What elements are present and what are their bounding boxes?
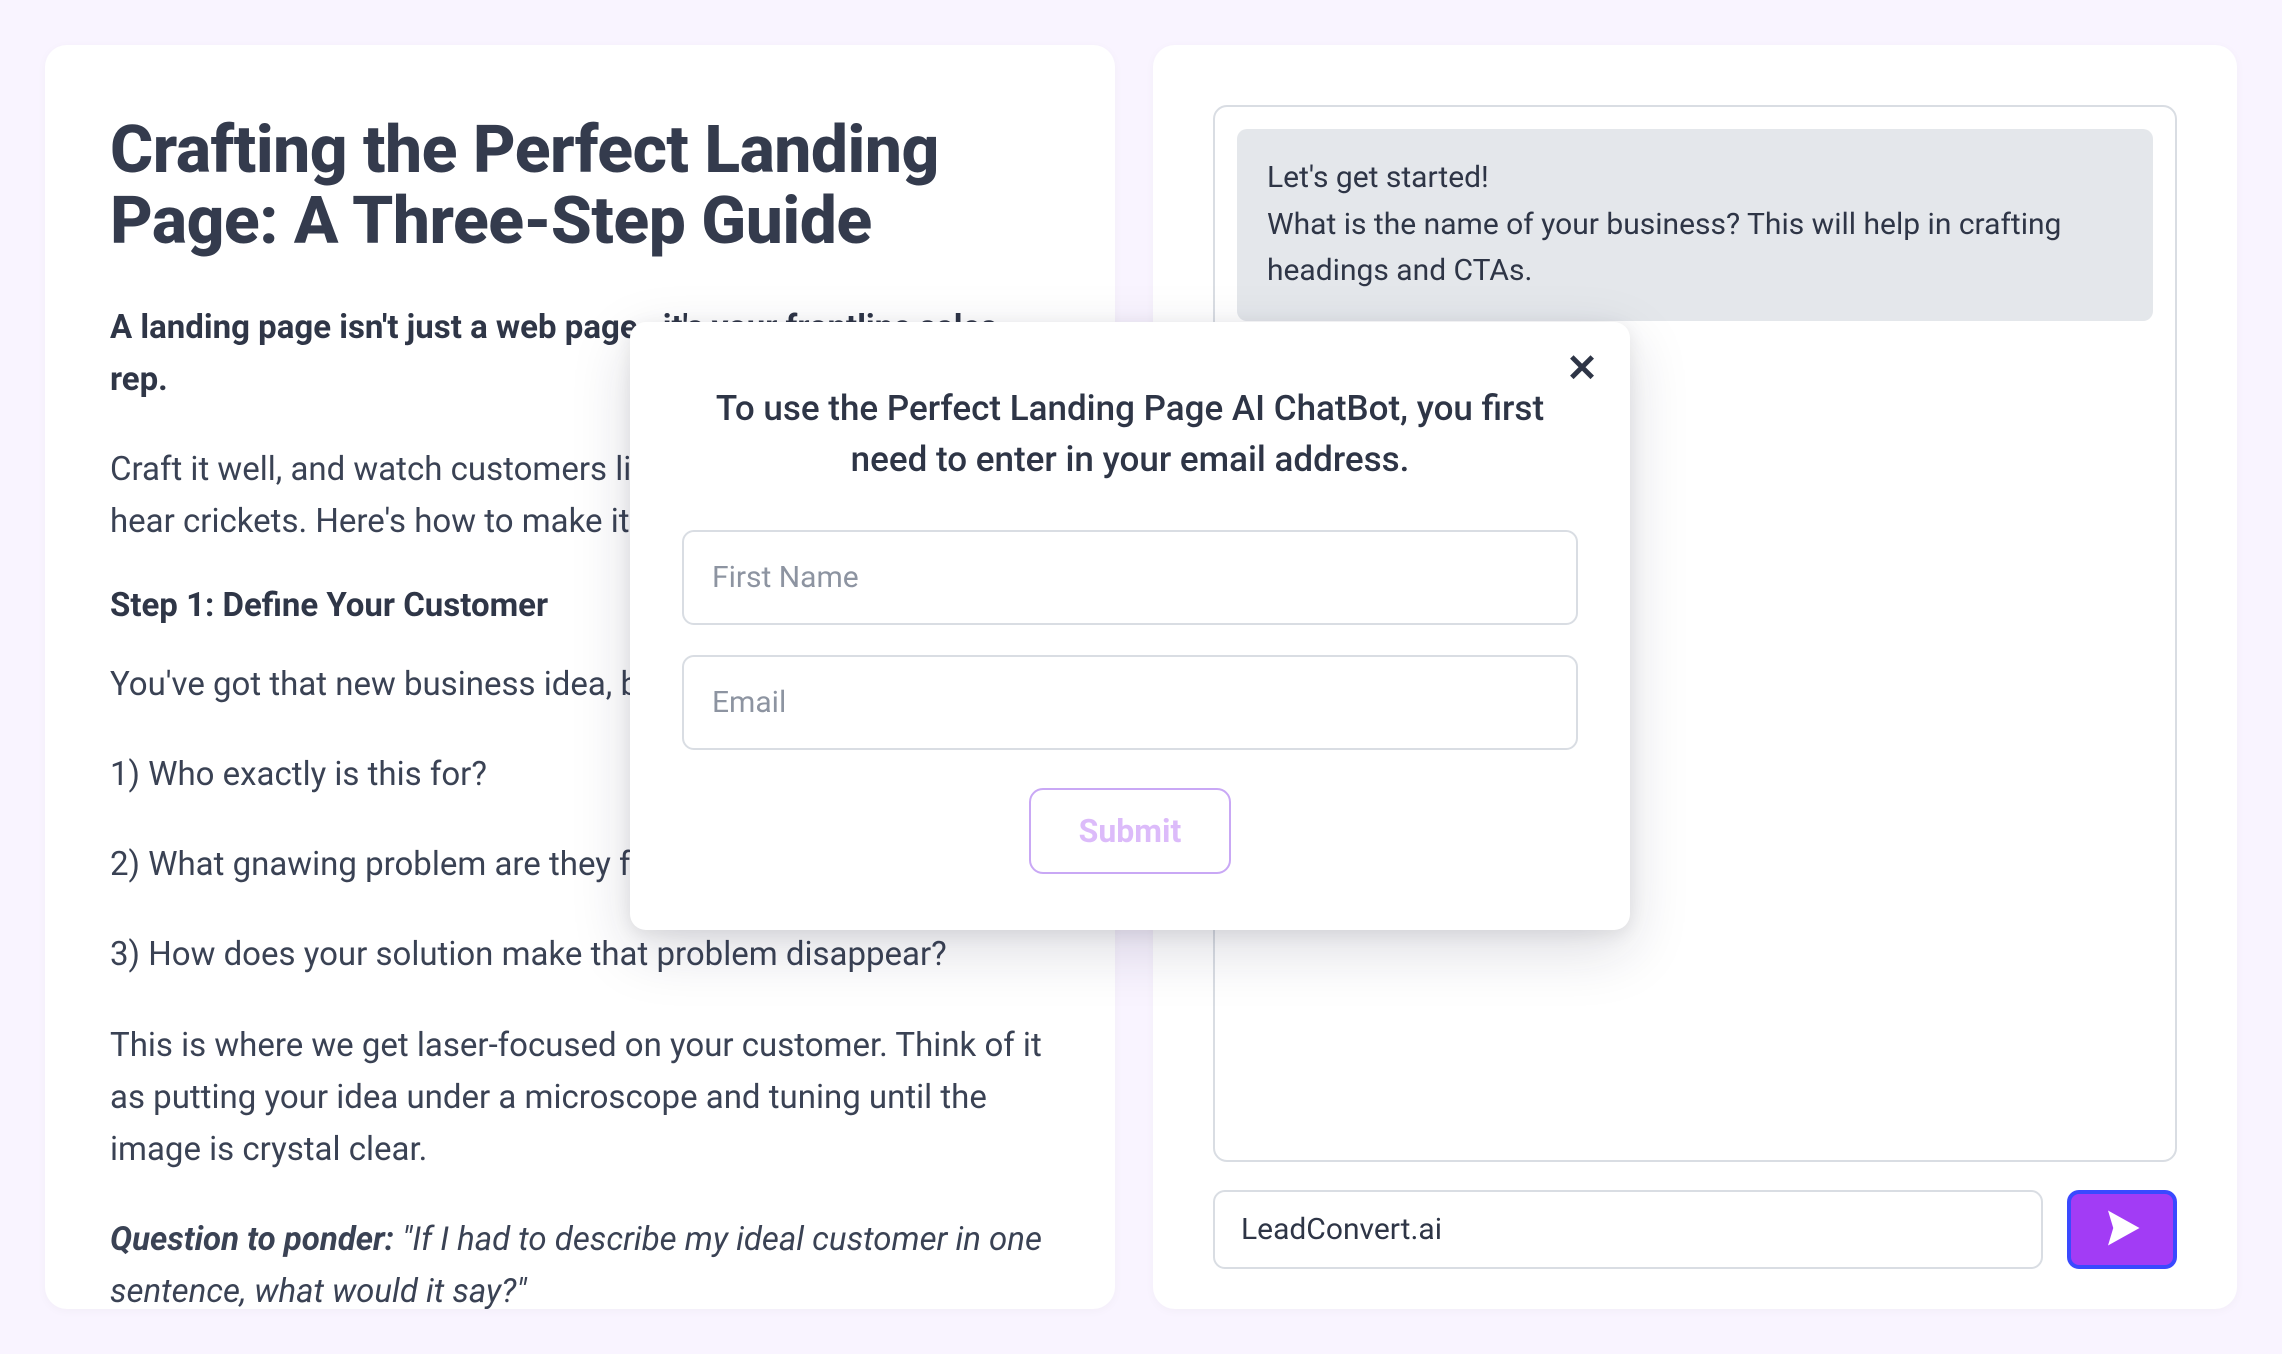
- step1-q3: 3) How does your solution make that prob…: [110, 929, 1050, 981]
- bot-message: Let's get started! What is the name of y…: [1237, 129, 2153, 321]
- submit-button[interactable]: Submit: [1029, 788, 1232, 874]
- send-button[interactable]: [2067, 1190, 2177, 1269]
- step1-focus: This is where we get laser-focused on yo…: [110, 1020, 1050, 1176]
- bot-message-line2: What is the name of your business? This …: [1267, 202, 2123, 295]
- question-to-ponder: Question to ponder: "If I had to describ…: [110, 1214, 1050, 1309]
- first-name-field[interactable]: [682, 530, 1578, 625]
- close-icon[interactable]: ✕: [1566, 350, 1598, 388]
- modal-heading: To use the Perfect Landing Page AI ChatB…: [702, 384, 1558, 486]
- email-gate-modal: ✕ To use the Perfect Landing Page AI Cha…: [630, 322, 1630, 930]
- bot-message-line1: Let's get started!: [1267, 155, 2123, 202]
- chat-input[interactable]: [1213, 1190, 2043, 1269]
- page-root: Crafting the Perfect Landing Page: A Thr…: [0, 0, 2282, 1354]
- chat-input-row: [1213, 1190, 2177, 1269]
- article-title: Crafting the Perfect Landing Page: A Thr…: [110, 115, 1050, 258]
- question-label: Question to ponder:: [110, 1220, 402, 1259]
- email-field[interactable]: [682, 655, 1578, 750]
- send-icon: [2101, 1207, 2143, 1252]
